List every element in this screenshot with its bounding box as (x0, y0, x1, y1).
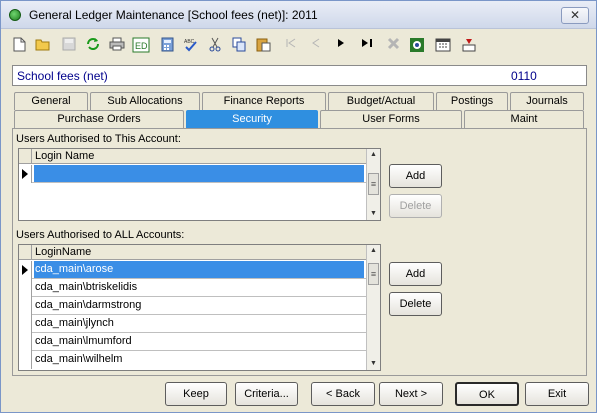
users-all-accounts-grid[interactable]: LoginName cda_main\arose cda_main\btrisk… (18, 244, 381, 371)
account-code: 0110 (511, 69, 537, 83)
back-button[interactable]: < Back (311, 382, 375, 406)
exit-icon[interactable] (459, 35, 479, 55)
tab-purchase-orders[interactable]: Purchase Orders (14, 110, 184, 128)
open-icon[interactable] (33, 35, 53, 55)
table-row[interactable]: cda_main\jlynch (19, 315, 366, 333)
tab-journals[interactable]: Journals (510, 92, 584, 110)
scroll-up-icon[interactable]: ▲ (367, 245, 380, 257)
exit-button[interactable]: Exit (525, 382, 589, 406)
first-record-icon[interactable] (281, 35, 301, 55)
cut-icon[interactable] (205, 35, 225, 55)
account-name: School fees (net) (17, 69, 108, 83)
tab-finance-reports[interactable]: Finance Reports (202, 92, 326, 110)
users-this-account-grid[interactable]: Login Name ▲ ≡ ▼ (18, 148, 381, 221)
add-user-this-account-button[interactable]: Add (389, 164, 442, 188)
next-button[interactable]: Next > (379, 382, 443, 406)
spellcheck-icon[interactable]: ABC (181, 35, 201, 55)
save-icon[interactable] (59, 35, 79, 55)
login-name-cell[interactable]: cda_main\lmumford (34, 333, 132, 350)
find-icon[interactable] (407, 35, 427, 55)
login-name-cell[interactable]: cda_main\wilhelm (34, 351, 122, 368)
general-ledger-window: General Ledger Maintenance [School fees … (0, 0, 597, 413)
login-name-cell[interactable] (34, 165, 364, 182)
table-row[interactable]: cda_main\lmumford (19, 333, 366, 351)
new-icon[interactable] (9, 35, 29, 55)
previous-record-icon[interactable] (305, 35, 325, 55)
app-icon (9, 9, 21, 21)
tab-user-forms[interactable]: User Forms (320, 110, 462, 128)
scroll-down-icon[interactable]: ▼ (367, 208, 380, 220)
delete-user-this-account-button[interactable]: Delete (389, 194, 442, 218)
current-row-arrow-icon (22, 169, 28, 179)
tab-general[interactable]: General (14, 92, 88, 110)
column-loginname[interactable]: LoginName (35, 246, 91, 258)
paste-icon[interactable] (253, 35, 273, 55)
delete-record-icon[interactable] (383, 35, 403, 55)
table-row[interactable] (19, 165, 366, 183)
toolbar: ED ABC (3, 31, 594, 61)
add-user-all-accounts-button[interactable]: Add (389, 262, 442, 286)
vertical-scrollbar[interactable]: ▲ ≡ ▼ (366, 245, 380, 370)
tab-budget-actual[interactable]: Budget/Actual (328, 92, 434, 110)
scroll-down-icon[interactable]: ▼ (367, 358, 380, 370)
scroll-thumb[interactable]: ≡ (368, 263, 379, 285)
users-this-account-label: Users Authorised to This Account: (16, 133, 181, 145)
tab-maint[interactable]: Maint (464, 110, 584, 128)
tab-strip: General Sub Allocations Finance Reports … (12, 91, 587, 129)
table-row[interactable]: cda_main\arose (19, 261, 366, 279)
vertical-scrollbar[interactable]: ▲ ≡ ▼ (366, 149, 380, 220)
table-row[interactable]: cda_main\btriskelidis (19, 279, 366, 297)
tab-postings[interactable]: Postings (436, 92, 508, 110)
delete-user-all-accounts-button[interactable]: Delete (389, 292, 442, 316)
copy-icon[interactable] (229, 35, 249, 55)
calculator-icon[interactable] (157, 35, 177, 55)
svg-text:ED: ED (135, 41, 148, 51)
column-login-name[interactable]: Login Name (35, 150, 94, 162)
login-name-cell[interactable]: cda_main\arose (34, 261, 364, 278)
keep-button[interactable]: Keep (165, 382, 227, 406)
last-record-icon[interactable] (357, 35, 377, 55)
calendar-icon[interactable] (433, 35, 453, 55)
grid-header: Login Name (19, 149, 366, 164)
login-name-cell[interactable]: cda_main\jlynch (34, 315, 114, 332)
users-all-accounts-label: Users Authorised to ALL Accounts: (16, 229, 185, 241)
login-name-cell[interactable]: cda_main\darmstrong (34, 297, 141, 314)
next-record-icon[interactable] (331, 35, 351, 55)
table-row[interactable]: cda_main\darmstrong (19, 297, 366, 315)
table-row[interactable]: cda_main\wilhelm (19, 351, 366, 369)
scroll-thumb[interactable]: ≡ (368, 173, 379, 195)
security-panel: Users Authorised to This Account: Login … (12, 128, 587, 376)
print-icon[interactable] (107, 35, 127, 55)
tab-sub-allocations[interactable]: Sub Allocations (90, 92, 200, 110)
criteria-button[interactable]: Criteria... (235, 382, 298, 406)
scroll-up-icon[interactable]: ▲ (367, 149, 380, 161)
login-name-cell[interactable]: cda_main\btriskelidis (34, 279, 137, 296)
edit-icon[interactable]: ED (131, 35, 151, 55)
window-title: General Ledger Maintenance [School fees … (29, 8, 318, 22)
close-button[interactable]: ✕ (561, 7, 589, 24)
grid-header: LoginName (19, 245, 366, 260)
refresh-icon[interactable] (83, 35, 103, 55)
ok-button[interactable]: OK (455, 382, 519, 406)
current-row-arrow-icon (22, 265, 28, 275)
account-header: School fees (net) 0110 (12, 65, 587, 86)
tab-security[interactable]: Security (186, 110, 318, 128)
title-bar[interactable]: General Ledger Maintenance [School fees … (1, 1, 596, 29)
